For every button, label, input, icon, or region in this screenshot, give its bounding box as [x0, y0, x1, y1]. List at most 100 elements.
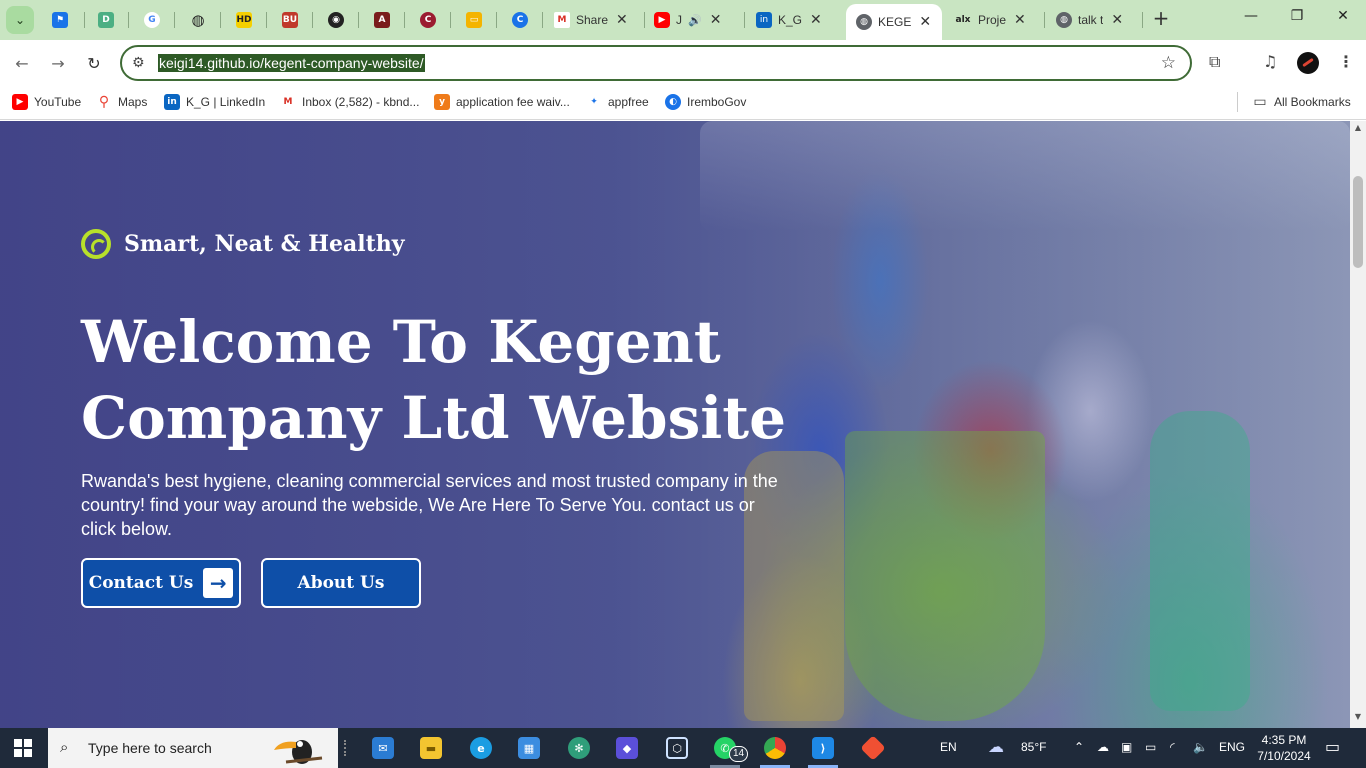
- site-info-icon[interactable]: ⚙: [132, 55, 145, 71]
- folder-icon: ▭: [1253, 94, 1267, 110]
- bookmark-appfree[interactable]: ✦ appfree: [586, 93, 649, 111]
- taskbar-chatgpt[interactable]: ✻: [564, 734, 594, 762]
- pinned-tab[interactable]: G: [140, 8, 164, 32]
- pinned-tab[interactable]: ◉: [324, 8, 348, 32]
- bookmark-inbox[interactable]: M Inbox (2,582) - kbnd...: [280, 93, 419, 111]
- battery-icon[interactable]: ▭: [1145, 740, 1156, 754]
- taskbar-3d-app[interactable]: ⬡: [662, 734, 692, 762]
- tab-kegent-active[interactable]: ◍ KEGE ✕: [846, 4, 942, 40]
- tab-separator: [404, 12, 405, 28]
- scroll-up-icon[interactable]: ▲: [1350, 123, 1366, 137]
- tab-youtube[interactable]: ▶ J 🔊 ✕: [654, 6, 740, 34]
- start-button[interactable]: [14, 739, 32, 757]
- weather-temp[interactable]: 85°F: [1021, 740, 1046, 754]
- input-indicator[interactable]: EN: [940, 740, 957, 754]
- system-clock[interactable]: 4:35 PM 7/10/2024: [1252, 732, 1316, 764]
- speaker-icon[interactable]: 🔊: [688, 14, 702, 27]
- edge-icon: e: [470, 737, 492, 759]
- forward-button[interactable]: →: [45, 50, 71, 76]
- profile-avatar[interactable]: [1297, 52, 1319, 74]
- browser-toolbar: ← → ↻ ⚙ keigi14.github.io/kegent-company…: [0, 40, 1366, 86]
- extensions-icon[interactable]: ⧉: [1209, 52, 1220, 72]
- close-icon[interactable]: ✕: [710, 12, 722, 28]
- tab-alx[interactable]: alx Proje ✕: [954, 6, 1034, 34]
- copilot-icon: ◆: [616, 737, 638, 759]
- bookmark-irembogov[interactable]: ◐ IremboGov: [665, 93, 746, 111]
- vscode-icon: ⟩: [812, 737, 834, 759]
- close-icon[interactable]: ✕: [1111, 12, 1123, 28]
- openai-icon: ✻: [568, 737, 590, 759]
- contact-us-button[interactable]: Contact Us →: [81, 558, 241, 608]
- chevron-up-icon[interactable]: ⌃: [1074, 740, 1084, 754]
- bookmark-youtube[interactable]: ▶ YouTube: [12, 93, 81, 111]
- taskbar-file-explorer[interactable]: ▬: [416, 734, 446, 762]
- bookmark-label: All Bookmarks: [1274, 95, 1351, 109]
- clock-date: 7/10/2024: [1257, 749, 1311, 763]
- whatsapp-badge: 14: [729, 746, 749, 762]
- bookmark-label: appfree: [608, 95, 649, 109]
- reload-button[interactable]: ↻: [81, 50, 107, 76]
- tab-separator: [220, 12, 221, 28]
- search-placeholder: Type here to search: [88, 740, 212, 756]
- pinned-tab[interactable]: ▭: [462, 8, 486, 32]
- bookmark-label: IremboGov: [687, 95, 747, 109]
- gmail-icon: M: [554, 12, 570, 28]
- pinned-tab[interactable]: ◍: [186, 8, 210, 32]
- cloud-icon[interactable]: ☁: [988, 737, 1004, 756]
- taskbar-vscode[interactable]: ⟩: [808, 734, 838, 762]
- tab-talk[interactable]: ◍ talk t ✕: [1056, 6, 1136, 34]
- all-bookmarks[interactable]: ▭ All Bookmarks: [1252, 93, 1351, 111]
- close-icon[interactable]: ✕: [919, 14, 931, 30]
- media-controls-icon[interactable]: ♫: [1263, 52, 1277, 71]
- taskbar-copilot[interactable]: ◆: [612, 734, 642, 762]
- scroll-down-icon[interactable]: ▼: [1350, 712, 1366, 726]
- close-icon[interactable]: ✕: [810, 12, 822, 28]
- pinned-tab[interactable]: BU: [278, 8, 302, 32]
- address-bar[interactable]: ⚙ keigi14.github.io/kegent-company-websi…: [120, 45, 1192, 81]
- pinned-tab[interactable]: HD: [232, 8, 256, 32]
- tab-separator: [496, 12, 497, 28]
- page-scrollbar[interactable]: ▲ ▼: [1350, 121, 1366, 728]
- restore-button[interactable]: ❐: [1274, 8, 1320, 32]
- bookmark-application-fee[interactable]: y application fee waiv...: [434, 93, 570, 111]
- bookmark-linkedin[interactable]: in K_G | LinkedIn: [164, 93, 265, 111]
- onedrive-icon[interactable]: ☁: [1097, 740, 1109, 754]
- taskbar-chrome[interactable]: [760, 734, 790, 762]
- globe-icon: ◍: [1056, 12, 1072, 28]
- scrollbar-thumb[interactable]: [1353, 176, 1363, 268]
- language-indicator[interactable]: ENG: [1219, 740, 1245, 754]
- url-text[interactable]: keigi14.github.io/kegent-company-website…: [158, 54, 425, 72]
- about-us-button[interactable]: About Us: [261, 558, 421, 608]
- wifi-icon[interactable]: ◜: [1170, 740, 1175, 754]
- windows-taskbar: ⌕ Type here to search ✉ ▬ e ▦ ✻ ◆ ⬡ ✆ ⟩ …: [0, 728, 1366, 768]
- tab-gmail[interactable]: M Share ✕: [554, 6, 640, 34]
- pinned-tab[interactable]: C: [416, 8, 440, 32]
- taskbar-search[interactable]: ⌕ Type here to search: [48, 728, 338, 768]
- git-icon: [860, 735, 886, 761]
- notification-icon[interactable]: ▭: [1325, 737, 1340, 756]
- back-button[interactable]: ←: [9, 50, 35, 76]
- bookmarks-bar: ▶ YouTube ⚲ Maps in K_G | LinkedIn M Inb…: [0, 86, 1366, 120]
- volume-icon[interactable]: 🔈: [1193, 740, 1208, 754]
- meet-now-icon[interactable]: ▣: [1121, 740, 1132, 754]
- minimize-button[interactable]: —: [1228, 8, 1274, 32]
- bookmark-star-icon[interactable]: ☆: [1161, 53, 1176, 73]
- pinned-tab[interactable]: C: [508, 8, 532, 32]
- close-icon[interactable]: ✕: [616, 12, 628, 28]
- new-tab-button[interactable]: +: [1150, 8, 1172, 30]
- pinned-tab[interactable]: D: [94, 8, 118, 32]
- tab-linkedin[interactable]: in K_G ✕: [756, 6, 840, 34]
- toucan-icon: [274, 740, 323, 764]
- pinned-tab[interactable]: A: [370, 8, 394, 32]
- taskbar-mail[interactable]: ✉: [368, 734, 398, 762]
- taskbar-git[interactable]: [858, 734, 888, 762]
- close-icon[interactable]: ✕: [1014, 12, 1026, 28]
- bookmark-maps[interactable]: ⚲ Maps: [96, 93, 147, 111]
- about-us-label: About Us: [297, 573, 385, 593]
- taskbar-edge[interactable]: e: [466, 734, 496, 762]
- pinned-tab[interactable]: ⚑: [48, 8, 72, 32]
- menu-icon[interactable]: ⋮: [1338, 52, 1354, 71]
- close-window-button[interactable]: ✕: [1320, 8, 1366, 32]
- taskbar-store[interactable]: ▦: [514, 734, 544, 762]
- tab-search-button[interactable]: ⌄: [6, 6, 34, 34]
